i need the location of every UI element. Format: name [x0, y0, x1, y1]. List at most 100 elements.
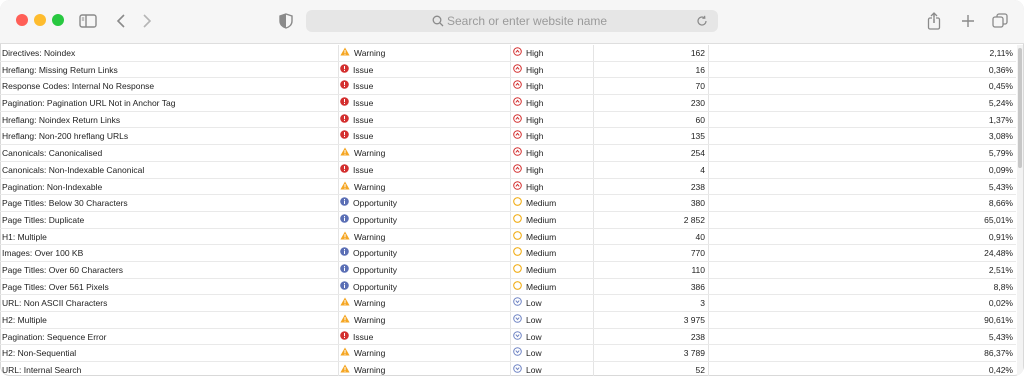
issue-icon — [340, 128, 349, 144]
back-icon[interactable] — [114, 10, 128, 32]
issue-url-count: 4 — [700, 164, 705, 175]
issue-type-label: Warning — [354, 231, 386, 242]
table-row[interactable]: H2: Multiple Warning Low 3 975 90,61% — [0, 312, 1016, 329]
issue-type-cell: Opportunity — [340, 262, 510, 278]
issue-type-label: Issue — [353, 64, 374, 75]
issues-table: Directives: Noindex Warning High 162 2,1… — [0, 45, 1016, 376]
issue-percentage: 0,45% — [988, 81, 1013, 92]
issue-type-label: Warning — [354, 298, 386, 309]
address-bar[interactable]: Search or enter website name — [306, 10, 718, 32]
issue-priority-label: High — [526, 81, 544, 92]
issue-type-label: Warning — [354, 48, 386, 58]
issue-priority-cell: High — [513, 95, 593, 111]
issue-priority-cell: Low — [513, 312, 593, 328]
search-icon — [432, 14, 446, 28]
issue-type-cell: Issue — [340, 112, 510, 128]
low-priority-icon — [513, 312, 522, 328]
table-row[interactable]: Page Titles: Below 30 Characters Opportu… — [0, 195, 1016, 212]
issue-url-count: 3 789 — [683, 348, 705, 359]
table-row[interactable]: Page Titles: Over 561 Pixels Opportunity… — [0, 279, 1016, 296]
issue-type-label: Warning — [354, 148, 386, 159]
high-priority-icon — [513, 78, 522, 94]
table-row[interactable]: Pagination: Sequence Error Issue Low 238… — [0, 329, 1016, 346]
issue-url-count: 135 — [690, 131, 705, 142]
high-priority-icon — [513, 95, 522, 111]
warning-icon — [340, 312, 350, 328]
issue-priority-label: High — [526, 48, 544, 58]
table-row[interactable]: Hreflang: Non-200 hreflang URLs Issue Hi… — [0, 128, 1016, 146]
issue-url-count: 60 — [695, 114, 705, 125]
issue-priority-label: High — [526, 98, 544, 109]
table-row[interactable]: Directives: Noindex Warning High 162 2,1… — [0, 45, 1016, 62]
table-row[interactable]: URL: Non ASCII Characters Warning Low 3 … — [0, 295, 1016, 312]
issue-icon — [340, 329, 349, 345]
table-row[interactable]: URL: Internal Search Warning Low 52 0,42… — [0, 362, 1016, 376]
issue-percentage: 0,91% — [988, 231, 1013, 242]
issue-percentage: 5,43% — [988, 181, 1013, 192]
issue-priority-cell: Medium — [513, 245, 593, 261]
reload-icon[interactable] — [696, 14, 710, 28]
issue-type-cell: Warning — [340, 312, 510, 328]
new-tab-icon[interactable] — [958, 10, 978, 32]
tab-overview-icon[interactable] — [990, 10, 1010, 32]
issue-name: Pagination: Sequence Error — [2, 331, 107, 342]
issue-name: Canonicals: Canonicalised — [2, 148, 103, 159]
close-window-button[interactable] — [16, 14, 28, 26]
zoom-window-button[interactable] — [52, 14, 64, 26]
issue-percentage: 0,09% — [988, 164, 1013, 175]
address-placeholder: Search or enter website name — [447, 14, 608, 28]
issue-name: Page Titles: Below 30 Characters — [2, 198, 128, 209]
high-priority-icon — [513, 145, 522, 161]
issue-type-cell: Issue — [340, 162, 510, 178]
issue-priority-cell: High — [513, 112, 593, 128]
issue-name: Pagination: Pagination URL Not in Anchor… — [2, 98, 176, 109]
scrollbar-thumb[interactable] — [1018, 48, 1022, 168]
issue-type-label: Issue — [353, 164, 374, 175]
table-row[interactable]: Pagination: Pagination URL Not in Anchor… — [0, 95, 1016, 112]
issue-priority-label: Low — [526, 315, 542, 325]
table-row[interactable]: Hreflang: Noindex Return Links Issue Hig… — [0, 112, 1016, 129]
opportunity-icon — [340, 262, 349, 278]
issue-priority-cell: Low — [513, 362, 593, 376]
table-row[interactable]: Pagination: Non-Indexable Warning High 2… — [0, 179, 1016, 196]
issue-type-cell: Issue — [340, 78, 510, 94]
share-icon[interactable] — [924, 10, 944, 32]
privacy-shield-icon[interactable] — [278, 10, 294, 32]
high-priority-icon — [513, 128, 522, 144]
table-row[interactable]: H1: Multiple Warning Medium 40 0,91% — [0, 229, 1016, 246]
issue-priority-label: Medium — [526, 214, 557, 225]
table-row[interactable]: H2: Non-Sequential Warning Low 3 789 86,… — [0, 345, 1016, 363]
table-row[interactable]: Page Titles: Duplicate Opportunity Mediu… — [0, 212, 1016, 229]
low-priority-icon — [513, 329, 522, 345]
issue-url-count: 2 852 — [683, 214, 705, 225]
table-row[interactable]: Canonicals: Canonicalised Warning High 2… — [0, 145, 1016, 162]
issue-type-cell: Warning — [340, 145, 510, 161]
issue-type-label: Warning — [354, 315, 386, 325]
forward-icon[interactable] — [140, 10, 154, 32]
table-row[interactable]: Response Codes: Internal No Response Iss… — [0, 78, 1016, 96]
browser-window: Search or enter website name Directives:… — [0, 0, 1024, 376]
issue-priority-label: Low — [526, 348, 542, 359]
table-row[interactable]: Hreflang: Missing Return Links Issue Hig… — [0, 62, 1016, 79]
issue-priority-label: Medium — [526, 264, 557, 275]
issue-name: Pagination: Non-Indexable — [2, 181, 103, 192]
table-row[interactable]: Images: Over 100 KB Opportunity Medium 7… — [0, 245, 1016, 262]
issue-icon — [340, 62, 349, 78]
issue-url-count: 238 — [690, 181, 705, 192]
minimize-window-button[interactable] — [34, 14, 46, 26]
issue-url-count: 230 — [690, 98, 705, 109]
table-row[interactable]: Page Titles: Over 60 Characters Opportun… — [0, 262, 1016, 279]
issue-name: Hreflang: Non-200 hreflang URLs — [2, 131, 129, 142]
issue-percentage: 1,37% — [988, 114, 1013, 125]
issue-type-cell: Issue — [340, 128, 510, 144]
sidebar-toggle-icon[interactable] — [78, 10, 98, 32]
issue-percentage: 8,66% — [988, 198, 1013, 209]
medium-priority-icon — [513, 262, 522, 278]
issue-url-count: 3 — [700, 298, 705, 309]
issue-percentage: 5,79% — [988, 148, 1013, 159]
issue-type-label: Opportunity — [353, 281, 397, 292]
issue-type-label: Opportunity — [353, 248, 397, 259]
table-row[interactable]: Canonicals: Non-Indexable Canonical Issu… — [0, 162, 1016, 179]
issue-percentage: 24,48% — [984, 248, 1013, 259]
issue-priority-label: High — [526, 164, 544, 175]
